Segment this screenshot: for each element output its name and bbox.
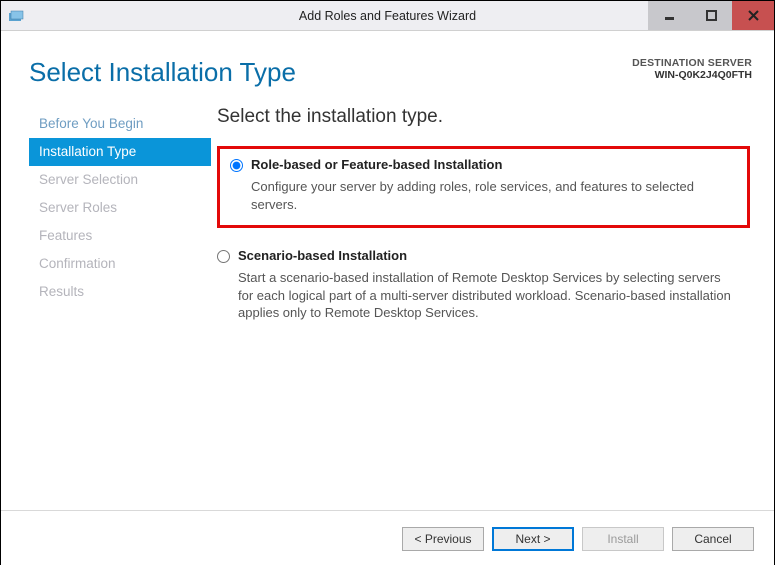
page-title: Select Installation Type	[29, 57, 296, 88]
install-button: Install	[582, 527, 664, 551]
cancel-button[interactable]: Cancel	[672, 527, 754, 551]
sidebar-item-confirmation: Confirmation	[29, 250, 211, 278]
previous-button[interactable]: < Previous	[402, 527, 484, 551]
option-role-based-desc: Configure your server by adding roles, r…	[251, 178, 737, 213]
titlebar: Add Roles and Features Wizard	[1, 1, 774, 31]
option-scenario-based-title: Scenario-based Installation	[238, 248, 407, 263]
main-heading: Select the installation type.	[217, 106, 750, 128]
sidebar-item-before-you-begin[interactable]: Before You Begin	[29, 110, 211, 138]
minimize-button[interactable]	[648, 1, 690, 30]
sidebar-item-installation-type[interactable]: Installation Type	[29, 138, 211, 166]
sidebar-item-features: Features	[29, 222, 211, 250]
footer: < Previous Next > Install Cancel	[1, 510, 774, 566]
main-panel: Select the installation type. Role-based…	[211, 106, 774, 344]
app-icon	[7, 7, 25, 25]
destination-block: DESTINATION SERVER WIN-Q0K2J4Q0FTH	[632, 57, 752, 81]
radio-scenario-based[interactable]	[217, 250, 230, 263]
option-role-based-title: Role-based or Feature-based Installation	[251, 157, 502, 172]
highlight-box: Role-based or Feature-based Installation…	[217, 146, 750, 228]
sidebar: Before You Begin Installation Type Serve…	[1, 106, 211, 344]
option-scenario-based[interactable]: Scenario-based Installation	[217, 248, 750, 263]
destination-name: WIN-Q0K2J4Q0FTH	[632, 69, 752, 81]
next-button[interactable]: Next >	[492, 527, 574, 551]
option-role-based[interactable]: Role-based or Feature-based Installation	[230, 157, 737, 172]
close-button[interactable]	[732, 1, 774, 30]
maximize-button[interactable]	[690, 1, 732, 30]
sidebar-item-server-roles: Server Roles	[29, 194, 211, 222]
option-scenario-based-desc: Start a scenario-based installation of R…	[238, 269, 738, 322]
destination-label: DESTINATION SERVER	[632, 57, 752, 69]
sidebar-item-results: Results	[29, 278, 211, 306]
radio-role-based[interactable]	[230, 159, 243, 172]
header-area: Select Installation Type DESTINATION SER…	[1, 31, 774, 98]
window-controls	[648, 1, 774, 30]
sidebar-item-server-selection: Server Selection	[29, 166, 211, 194]
